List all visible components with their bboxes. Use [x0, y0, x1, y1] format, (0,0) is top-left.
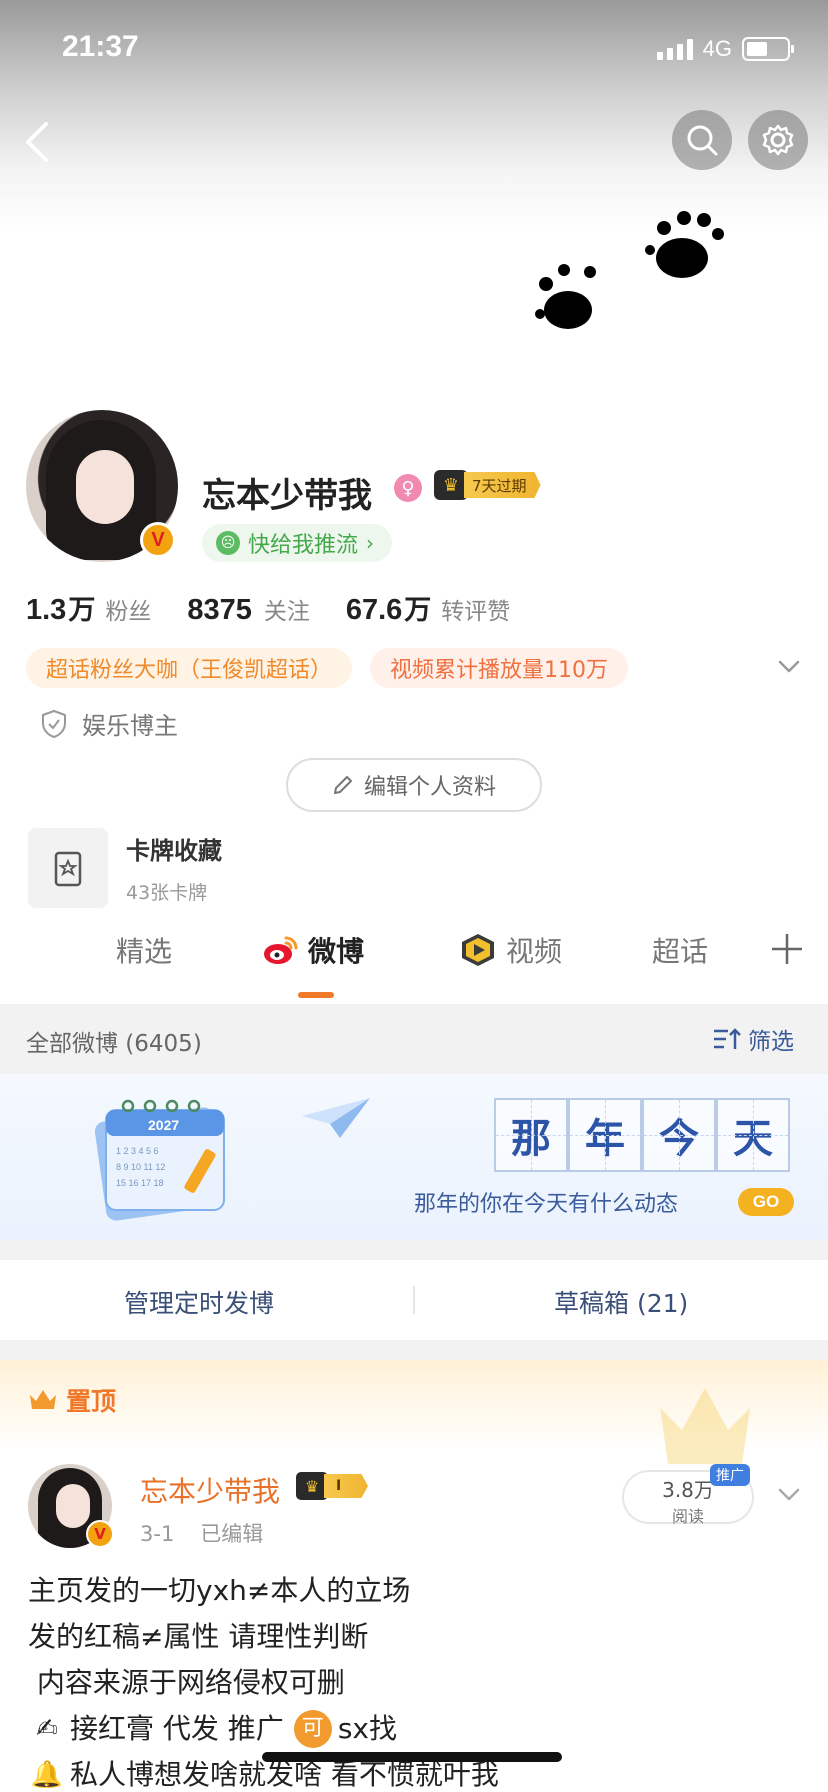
settings-button[interactable] — [748, 110, 808, 170]
post-management-row: 管理定时发博 草稿箱 (21) — [0, 1260, 828, 1340]
battery-icon — [742, 37, 794, 61]
tab-weibo[interactable]: 微博 — [262, 930, 364, 970]
weibo-logo-icon — [264, 936, 298, 964]
post-line: 发的红稿≠属性 请理性判断 — [28, 1620, 369, 1653]
svg-text:15 16 17 18: 15 16 17 18 — [116, 1178, 164, 1188]
post-line: ✍ 接红膏 代发 推广 可 sx找 — [28, 1706, 808, 1752]
card-collection[interactable]: 卡牌收藏 43张卡牌 — [28, 828, 222, 908]
video-plays-tag[interactable]: 视频累计播放量110万 — [370, 648, 629, 688]
push-label: 快给我推流 — [248, 533, 359, 558]
vip-expiry-label: 7天过期 — [464, 472, 541, 498]
card-collection-icon — [28, 828, 108, 908]
card-collection-title: 卡牌收藏 — [126, 837, 222, 865]
stat-interactions[interactable]: 67.6 万 转评赞 — [346, 588, 510, 627]
member-level-badge[interactable]: ♛ I — [296, 1472, 368, 1500]
smiley-icon: ☹ — [216, 531, 240, 555]
post-date: 3-1 — [140, 1522, 175, 1546]
pencil-icon — [333, 776, 352, 794]
post-meta: 3-1 已编辑 — [140, 1518, 263, 1548]
network-type: 4G — [702, 36, 732, 61]
post-author-name[interactable]: 忘本少带我 — [140, 1470, 280, 1510]
go-button[interactable]: GO — [738, 1188, 794, 1216]
divider — [413, 1286, 415, 1314]
drafts-button[interactable]: 草稿箱 (21) — [554, 1284, 688, 1320]
pinned-label: 置顶 — [28, 1382, 116, 1418]
manage-scheduled-posts-button[interactable]: 管理定时发博 — [124, 1284, 274, 1320]
push-traffic-button[interactable]: ☹ 快给我推流 › — [202, 524, 393, 562]
on-this-day-title: 那 年 今 天 — [494, 1098, 790, 1172]
edited-label: 已编辑 — [200, 1522, 264, 1546]
chevron-down-icon[interactable] — [776, 654, 802, 680]
on-this-day-subtitle: 那年的你在今天有什么动态 — [414, 1192, 679, 1217]
gear-icon — [762, 124, 794, 156]
crown-icon: ♛ — [434, 470, 468, 500]
supertopic-fan-tag[interactable]: 超话粉丝大咖（王俊凯超话） — [26, 648, 353, 688]
stat-following[interactable]: 8375 关注 — [187, 592, 310, 627]
post-line: 内容来源于网络侵权可删 — [28, 1666, 345, 1699]
all-posts-count[interactable]: 全部微博 (6405) — [26, 1024, 202, 1058]
verified-badge-icon: V — [140, 522, 176, 558]
ke-badge-icon: 可 — [293, 1710, 332, 1748]
section-divider — [0, 1240, 828, 1260]
tab-featured[interactable]: 精选 — [116, 930, 172, 970]
redaction-scribble — [262, 1752, 562, 1762]
profile-name: 忘本少带我 — [202, 476, 372, 516]
promote-badge[interactable]: 推广 — [710, 1464, 750, 1486]
active-tab-indicator — [298, 992, 334, 998]
svg-text:8 9 10 11 12: 8 9 10 11 12 — [116, 1162, 165, 1172]
read-label: 阅读 — [671, 1507, 704, 1526]
svg-text:1 2 3 4 5 6: 1 2 3 4 5 6 — [116, 1146, 159, 1156]
calendar-illustration: 2027 1 2 3 4 5 6 8 9 10 11 12 15 16 17 1… — [94, 1099, 226, 1221]
edit-profile-button[interactable]: 编辑个人资料 — [286, 758, 542, 812]
status-indicators: 4G — [656, 36, 794, 62]
profile-tags: 超话粉丝大咖（王俊凯超话） 视频累计播放量110万 — [26, 648, 629, 688]
pinned-post[interactable]: 置顶 V 忘本少带我 ♛ I 3-1 已编辑 3.8万 阅读 推广 主页发的一切y… — [0, 1360, 828, 1792]
feed-filter-bar: 全部微博 (6405) 筛选 — [0, 1004, 828, 1074]
female-gender-icon: ♀ — [394, 474, 422, 502]
add-tab-icon[interactable] — [770, 932, 804, 966]
tab-supertopic[interactable]: 超话 — [652, 930, 708, 970]
paper-plane-illustration — [302, 1098, 370, 1138]
blogger-type: 娱乐博主 — [40, 706, 178, 741]
video-hexagon-icon — [462, 934, 494, 966]
search-button[interactable] — [672, 110, 732, 170]
chevron-right-icon: › — [366, 531, 375, 555]
crown-decoration-icon — [660, 1388, 750, 1464]
profile-stats: 1.3 万 粉丝 8375 关注 67.6 万 转评赞 — [26, 588, 546, 627]
stat-followers[interactable]: 1.3 万 粉丝 — [26, 588, 151, 627]
vip-badge[interactable]: ♛ 7天过期 — [434, 470, 541, 500]
signal-icon — [656, 38, 693, 60]
card-collection-count: 43张卡牌 — [126, 882, 208, 904]
paw-prints-decoration — [535, 211, 724, 329]
writing-hand-icon: ✍ — [36, 1714, 58, 1744]
section-divider — [0, 1340, 828, 1360]
filter-button[interactable]: 筛选 — [712, 1022, 794, 1056]
search-icon — [687, 125, 718, 156]
tab-video[interactable]: 视频 — [458, 930, 562, 970]
chevron-down-icon[interactable] — [776, 1482, 802, 1508]
profile-tabs: 精选 微博 视频 超话 — [0, 910, 828, 1002]
calendar-year: 2027 — [148, 1117, 179, 1133]
post-line: 主页发的一切yxh≠本人的立场 — [28, 1574, 411, 1607]
on-this-day-banner[interactable]: 2027 1 2 3 4 5 6 8 9 10 11 12 15 16 17 1… — [0, 1074, 828, 1240]
crown-icon — [30, 1390, 56, 1409]
filter-icon — [714, 1028, 741, 1049]
profile-header: 21:37 4G — [0, 0, 828, 390]
verified-badge-icon: V — [86, 1520, 114, 1548]
crown-icon: ♛ — [296, 1472, 328, 1500]
back-arrow-icon[interactable] — [22, 118, 52, 166]
status-time: 21:37 — [62, 30, 139, 63]
bell-icon: 🔔 — [30, 1760, 64, 1790]
shield-icon — [42, 709, 66, 738]
